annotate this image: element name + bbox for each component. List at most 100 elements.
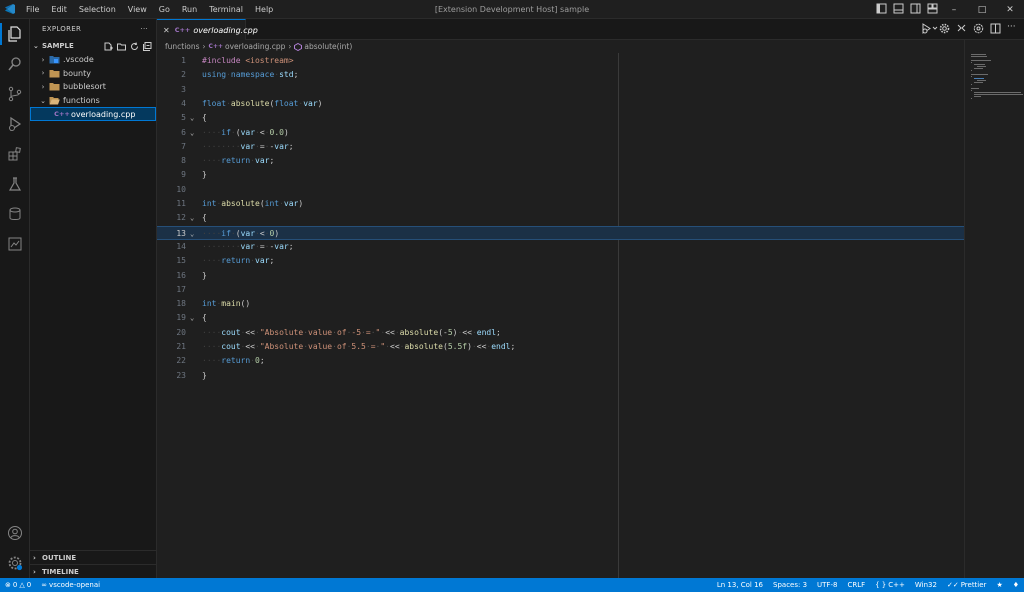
maximize-icon[interactable]: □ (968, 0, 996, 19)
breadcrumb-symbol[interactable]: absolute(int) (304, 42, 352, 51)
split-editor-icon[interactable] (990, 23, 1001, 34)
line-number: 17 (176, 284, 186, 294)
code-line[interactable]: 11 int·absolute(int·var) (157, 197, 964, 211)
branch-status[interactable]: ∞ vscode-openai (36, 581, 105, 589)
code-line[interactable]: 7 ········var·=·-var; (157, 140, 964, 154)
code-line[interactable]: 19 ⌄ { (157, 311, 964, 325)
extensions-icon[interactable] (0, 139, 30, 169)
fold-chevron-icon[interactable]: ⌄ (190, 311, 198, 325)
code-line[interactable]: 1 #include <iostream> (157, 54, 964, 68)
code-line[interactable]: 9} (157, 168, 964, 182)
menu-file[interactable]: File (20, 0, 45, 19)
end-of-line[interactable]: CRLF (842, 581, 870, 589)
tree-folder-bounty[interactable]: › bounty (30, 67, 156, 81)
timeline-section[interactable]: › TIMELINE (30, 564, 157, 578)
code-line[interactable]: 23} (157, 369, 964, 383)
code-line[interactable]: 15 ····return·var; (157, 254, 964, 268)
title-bar: File Edit Selection View Go Run Terminal… (0, 0, 1024, 19)
problems-status[interactable]: ⊗ 0 △ 0 (0, 581, 36, 589)
close-tab-icon[interactable]: ✕ (163, 26, 170, 35)
fold-chevron-icon[interactable]: ⌄ (190, 227, 198, 241)
minimap-line (971, 98, 972, 99)
editor-actions: ··· (922, 23, 1018, 34)
menu-go[interactable]: Go (153, 0, 176, 19)
toggle-sidebar-icon[interactable] (876, 3, 887, 14)
manage-gear-icon[interactable] (0, 548, 30, 578)
openai-icon[interactable] (973, 23, 984, 34)
tree-folder-functions[interactable]: ⌄ functions (30, 94, 156, 108)
new-file-icon[interactable] (104, 42, 113, 51)
indentation[interactable]: Spaces: 3 (768, 581, 812, 589)
code-line[interactable]: 14 ········var·=·-var; (157, 240, 964, 254)
menu-run[interactable]: Run (176, 0, 203, 19)
menu-view[interactable]: View (122, 0, 153, 19)
fold-chevron-icon[interactable]: ⌄ (190, 111, 198, 125)
minimap[interactable] (964, 40, 1024, 578)
fold-chevron-icon[interactable]: ⌄ (190, 126, 198, 140)
compare-icon[interactable] (956, 23, 967, 34)
run-debug-dropdown-icon[interactable] (922, 23, 938, 34)
code-line[interactable]: 16} (157, 269, 964, 283)
encoding[interactable]: UTF-8 (812, 581, 842, 589)
more-actions-icon[interactable]: ··· (140, 25, 148, 33)
minimap-line (971, 90, 972, 91)
code-line[interactable]: 10 (157, 183, 964, 197)
language-mode[interactable]: { } C++ (870, 581, 910, 589)
menu-edit[interactable]: Edit (45, 0, 73, 19)
toggle-secondary-sidebar-icon[interactable] (910, 3, 921, 14)
tree-folder-vscode[interactable]: › .vscode (30, 53, 156, 67)
code-text: ····if·(var·<·0.0) (202, 127, 289, 137)
code-line[interactable]: 17 (157, 283, 964, 297)
code-line[interactable]: 6 ⌄ ····if·(var·<·0.0) (157, 126, 964, 140)
tree-file-overloading-cpp[interactable]: C++ overloading.cpp (30, 107, 156, 121)
fold-chevron-icon[interactable]: ⌄ (190, 211, 198, 225)
testing-flask-icon[interactable] (0, 169, 30, 199)
code-line[interactable]: 22 ····return·0; (157, 354, 964, 368)
outline-section[interactable]: › OUTLINE (30, 550, 157, 564)
code-editor[interactable]: 1 #include <iostream> 2 using·namespace·std… (157, 53, 964, 578)
explorer-icon[interactable] (0, 19, 30, 49)
code-line[interactable]: 2 using·namespace·std; (157, 68, 964, 82)
prettier-status[interactable]: ✓✓ Prettier (942, 581, 991, 589)
source-control-icon[interactable] (0, 79, 30, 109)
customize-layout-icon[interactable] (927, 3, 938, 14)
menu-terminal[interactable]: Terminal (203, 0, 249, 19)
tab-overloading-cpp[interactable]: ✕ C++ overloading.cpp (157, 19, 258, 40)
cursor-position[interactable]: Ln 13, Col 16 (712, 581, 768, 589)
run-debug-icon[interactable] (0, 109, 30, 139)
new-folder-icon[interactable] (117, 42, 126, 51)
line-number: 3 (181, 84, 186, 94)
feedback-icon[interactable]: ★ (991, 581, 1007, 589)
minimap-line (971, 60, 991, 61)
code-line[interactable]: 12 ⌄ { (157, 211, 964, 225)
openai-chart-icon[interactable] (0, 229, 30, 259)
breadcrumb-folder[interactable]: functions (165, 42, 200, 51)
platform[interactable]: Win32 (910, 581, 942, 589)
workspace-section[interactable]: ⌄ SAMPLE (30, 39, 156, 53)
menu-selection[interactable]: Selection (73, 0, 122, 19)
code-line[interactable]: 4 float·absolute(float·var) (157, 97, 964, 111)
menu-help[interactable]: Help (249, 0, 279, 19)
accounts-icon[interactable] (0, 518, 30, 548)
notifications-bell-icon[interactable]: ♦ (1008, 581, 1024, 589)
toggle-panel-icon[interactable] (893, 3, 904, 14)
code-line[interactable]: 5 ⌄ { (157, 111, 964, 125)
code-line[interactable]: 13 ⌄ ····if·(var·<·0) (157, 225, 964, 241)
close-icon[interactable]: ✕ (996, 0, 1024, 19)
settings-gear-icon[interactable] (939, 23, 950, 34)
code-line[interactable]: 21 ····cout·<<·"Absolute·value·of·5.5·=·"… (157, 340, 964, 354)
search-icon[interactable] (0, 49, 30, 79)
sidebar-bottom-sections: › OUTLINE › TIMELINE (30, 550, 157, 578)
breadcrumb-file[interactable]: overloading.cpp (225, 42, 285, 51)
line-number: 9 (181, 170, 186, 180)
tree-folder-bubblesort[interactable]: › bubblesort (30, 80, 156, 94)
more-actions-icon[interactable]: ··· (1007, 23, 1018, 34)
minimize-icon[interactable]: – (940, 0, 968, 19)
code-line[interactable]: 18 int·main() (157, 297, 964, 311)
collapse-all-icon[interactable] (143, 41, 152, 51)
database-icon[interactable] (0, 199, 30, 229)
code-line[interactable]: 20 ····cout·<<·"Absolute·value·of·-5·=·"·… (157, 326, 964, 340)
code-line[interactable]: 3 (157, 83, 964, 97)
refresh-icon[interactable] (130, 41, 139, 51)
code-line[interactable]: 8 ····return·var; (157, 154, 964, 168)
